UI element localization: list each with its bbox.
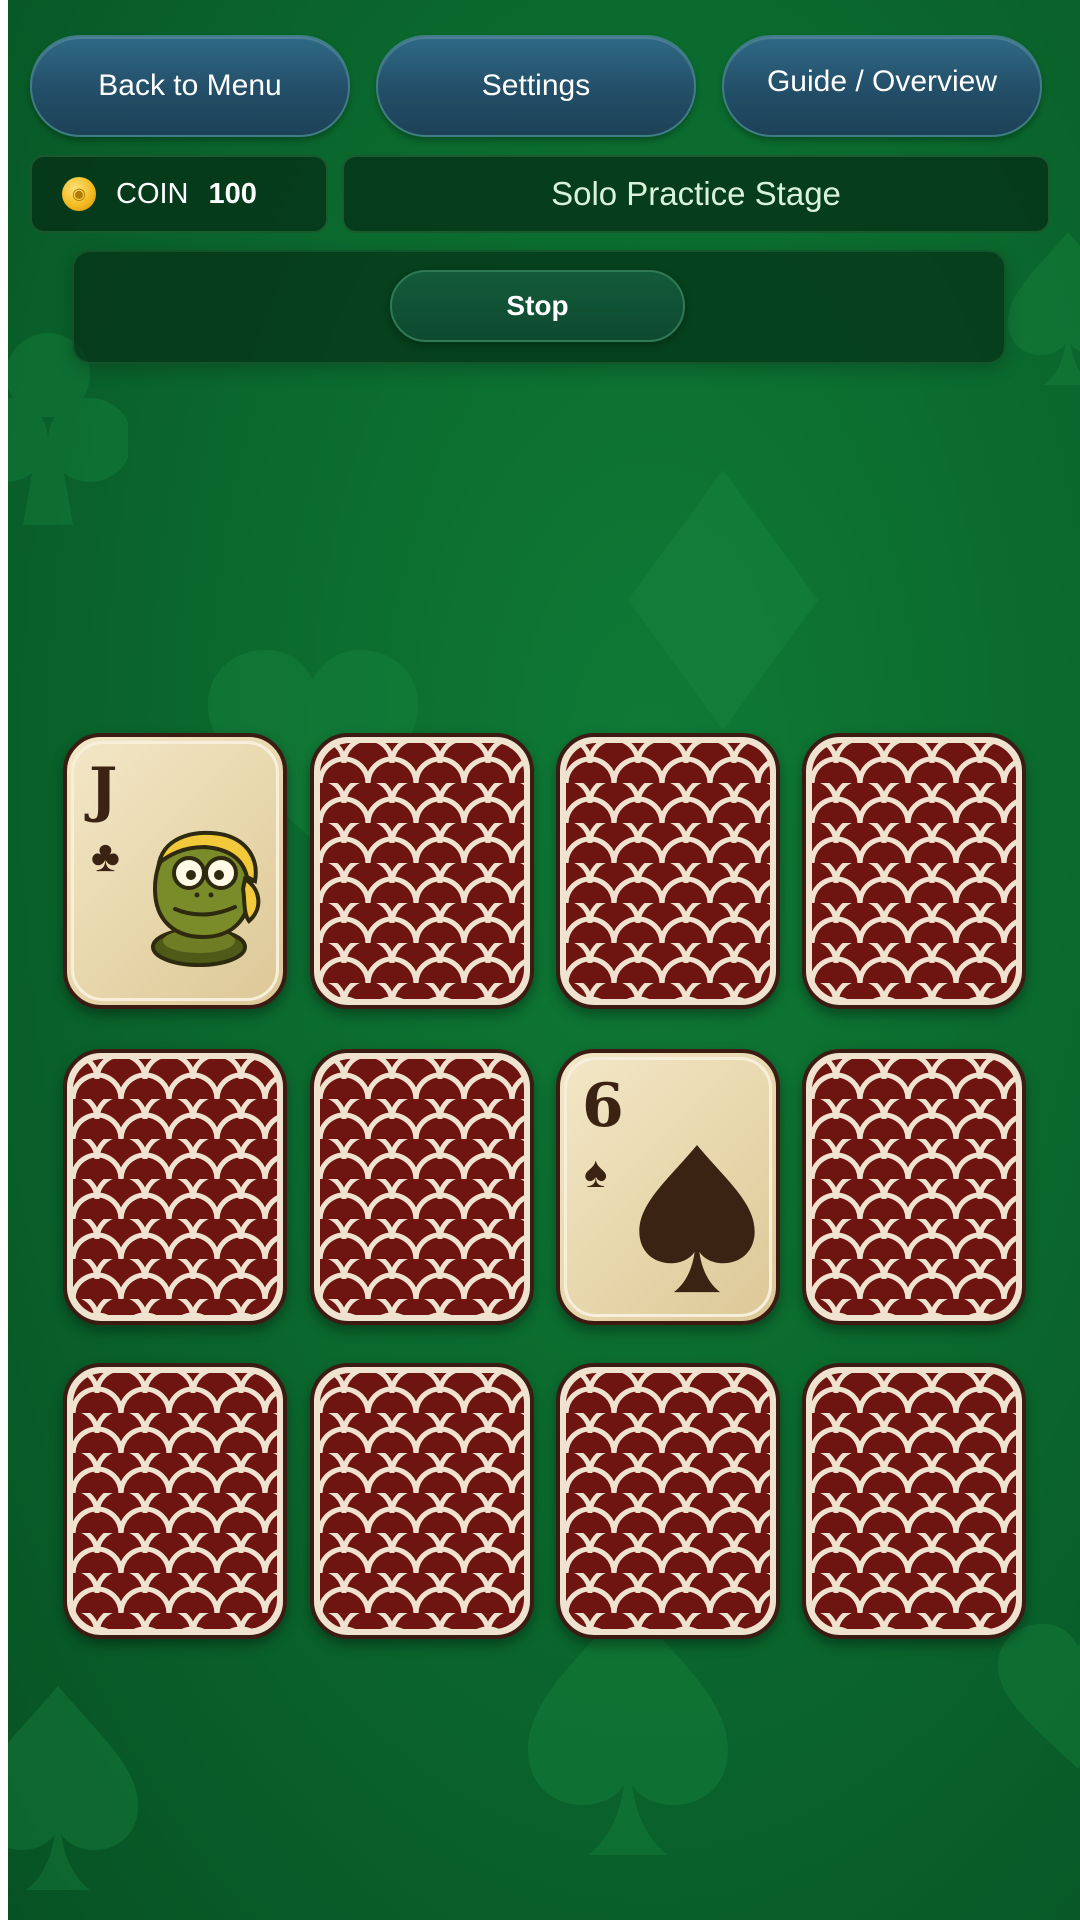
guide-overview-label: Guide / Overview [766, 65, 998, 98]
card-back-r2c4[interactable] [802, 1049, 1026, 1325]
settings-button[interactable]: Settings [376, 35, 696, 137]
background-diamond-icon [628, 470, 818, 730]
coin-value: 100 [208, 177, 257, 210]
card-face-r2c3[interactable]: 6 ♠ [556, 1049, 780, 1325]
card-back-r1c3[interactable] [556, 733, 780, 1009]
card-back-r3c2[interactable] [310, 1363, 534, 1639]
card-back-r2c2[interactable] [310, 1049, 534, 1325]
card-back-pattern [320, 1373, 524, 1629]
card-back-pattern [812, 743, 1016, 999]
card-back-pattern [812, 1059, 1016, 1315]
card-back-r1c4[interactable] [802, 733, 1026, 1009]
back-to-menu-button[interactable]: Back to Menu [30, 35, 350, 137]
card-face-r1c1[interactable]: J ♣ [63, 733, 287, 1009]
card-back-pattern [812, 1373, 1016, 1629]
card-rank: J [89, 755, 118, 825]
background-heart-icon-2 [998, 1623, 1080, 1769]
card-back-pattern [320, 743, 524, 999]
settings-label: Settings [481, 69, 591, 102]
left-edge-strip [0, 0, 8, 1920]
card-suit: ♣ [91, 832, 120, 881]
card-back-r2c1[interactable] [63, 1049, 287, 1325]
stage-title: Solo Practice Stage [551, 175, 841, 212]
back-to-menu-label: Back to Menu [98, 69, 282, 102]
coin-label: COIN [116, 177, 189, 210]
card-suit: ♠ [584, 1148, 608, 1197]
card-rank: 6 [582, 1071, 624, 1141]
background-spade-icon-2 [8, 1686, 138, 1890]
spade-pip-icon [632, 1145, 762, 1300]
stage-title-box: Solo Practice Stage [342, 155, 1050, 233]
card-back-r3c4[interactable] [802, 1363, 1026, 1639]
stop-button[interactable]: Stop [390, 270, 685, 342]
card-back-pattern [320, 1059, 524, 1315]
card-back-r3c3[interactable] [556, 1363, 780, 1639]
stop-label: Stop [506, 290, 569, 321]
guide-overview-button[interactable]: Guide / Overview [722, 35, 1042, 137]
background-spade-icon-3 [1008, 232, 1080, 385]
card-back-r1c2[interactable] [310, 733, 534, 1009]
card-back-pattern [566, 1373, 770, 1629]
coin-icon: ◉ [62, 177, 96, 211]
card-back-r3c1[interactable] [63, 1363, 287, 1639]
background-spade-icon [528, 1600, 728, 1855]
coin-counter: ◉ COIN 100 [30, 155, 328, 233]
card-back-pattern [566, 743, 770, 999]
frog-character-icon [139, 829, 269, 974]
card-back-pattern [73, 1373, 277, 1629]
card-back-pattern [73, 1059, 277, 1315]
